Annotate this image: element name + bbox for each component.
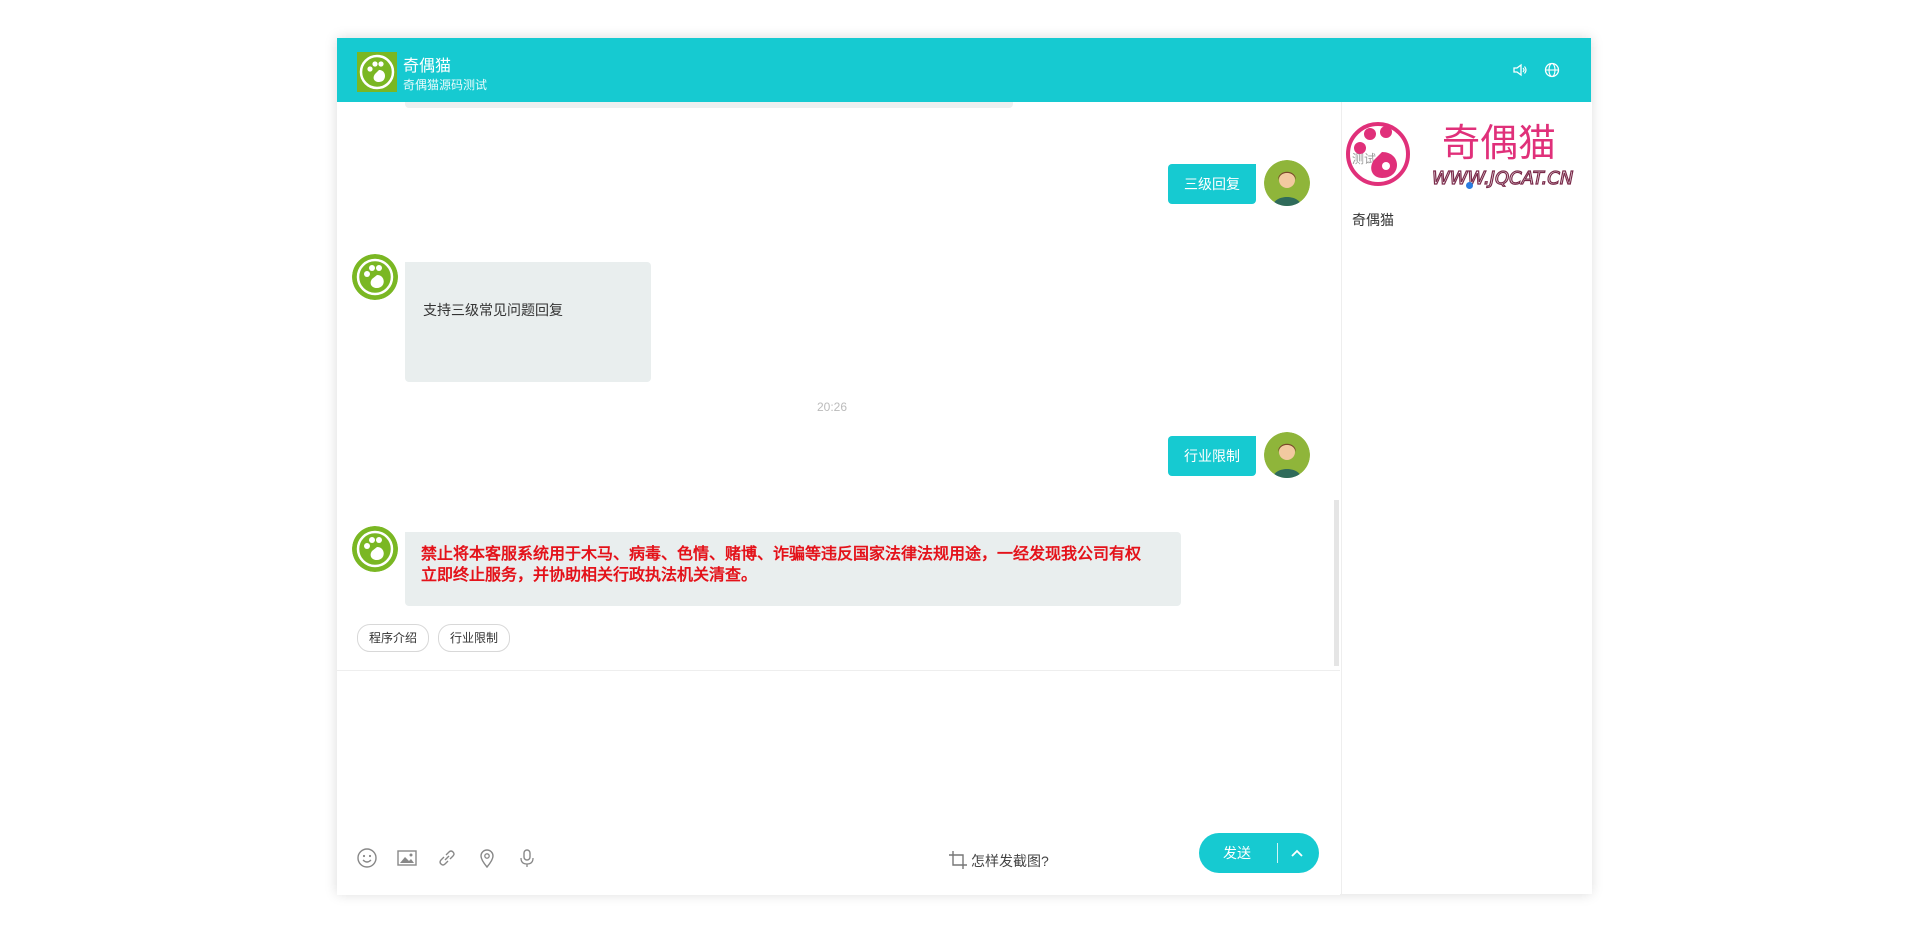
bot-avatar xyxy=(352,254,398,300)
user-message-bubble: 行业限制 xyxy=(1168,436,1256,476)
brand-name: 奇偶猫 xyxy=(403,58,452,75)
user-avatar xyxy=(1264,160,1310,206)
chevron-up-icon[interactable] xyxy=(1289,845,1305,861)
message-scrollbar[interactable] xyxy=(1334,500,1339,666)
message-timestamp: 20:26 xyxy=(816,400,848,414)
user-avatar xyxy=(1264,432,1310,478)
agent-name: 奇偶猫 xyxy=(1352,212,1394,228)
globe-icon[interactable] xyxy=(1544,62,1560,78)
user-message-bubble: 三级回复 xyxy=(1168,164,1256,204)
bot-message-bubble: 支持三级常见问题回复 xyxy=(405,262,651,382)
previous-message-bubble xyxy=(405,102,1013,108)
sidebar: 测试 奇偶猫 WWW.JQCAT.CN 奇偶猫 xyxy=(1341,102,1592,894)
screenshot-help-link[interactable]: 怎样发截图? xyxy=(971,851,1049,871)
quick-reply-chip[interactable]: 行业限制 xyxy=(438,624,511,652)
emoji-icon[interactable] xyxy=(356,847,378,869)
message-list[interactable]: 三级回复 支持三级常见问题回复 20:26 行业限制 禁止将本客服系统用于木马、… xyxy=(337,102,1340,669)
image-icon[interactable] xyxy=(396,847,418,869)
logo-url: WWW.JQCAT.CN xyxy=(1432,168,1573,189)
warning-text: 禁止将本客服系统用于木马、病毒、色情、赌博、诈骗等违反国家法律法规用途，一经发现… xyxy=(421,546,1142,584)
logo-wordmark: 奇偶猫 xyxy=(1442,121,1556,165)
crop-icon[interactable] xyxy=(947,849,969,871)
microphone-icon[interactable] xyxy=(516,847,538,869)
speaker-icon[interactable] xyxy=(1512,62,1528,78)
bot-message-text: 支持三级常见问题回复 xyxy=(423,302,563,318)
brand-subtitle: 奇偶猫源码测试 xyxy=(403,78,488,92)
bot-warning-bubble: 禁止将本客服系统用于木马、病毒、色情、赌博、诈骗等违反国家法律法规用途，一经发现… xyxy=(405,532,1181,606)
location-icon[interactable] xyxy=(476,847,498,869)
chat-window: 奇偶猫 奇偶猫源码测试 三级回复 支持三级常见问题回复 20:26 行业限制 禁… xyxy=(337,38,1592,895)
brand-logo xyxy=(357,52,397,92)
send-button[interactable]: 发送 xyxy=(1199,833,1319,873)
quick-reply-chip[interactable]: 程序介绍 xyxy=(357,624,430,652)
header-bar: 奇偶猫 奇偶猫源码测试 xyxy=(337,38,1591,102)
bot-avatar xyxy=(352,526,398,572)
status-dot xyxy=(1466,182,1473,189)
message-input-area[interactable]: 怎样发截图? 发送 xyxy=(337,670,1340,895)
send-divider xyxy=(1277,843,1278,863)
link-icon[interactable] xyxy=(436,847,458,869)
send-label: 发送 xyxy=(1223,845,1251,861)
